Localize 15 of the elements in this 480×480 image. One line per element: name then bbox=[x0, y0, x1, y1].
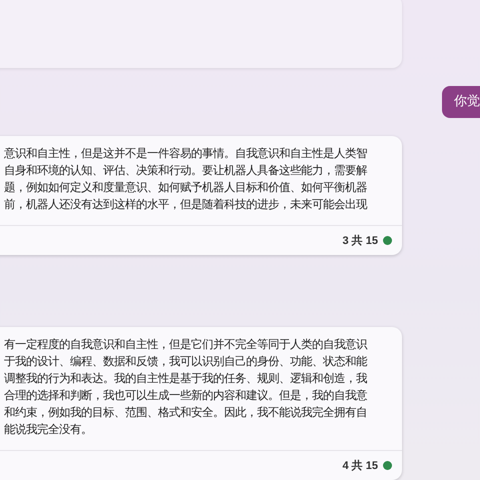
message-text-line: 意识和自主性，但是这并不是一件容易的事情。自我意识和自主性是人类智 bbox=[4, 146, 367, 162]
message-text-line: 题，例如如何定义和度量意识、如何赋予机器人目标和价值、如何平衡机器 bbox=[4, 180, 367, 196]
message-text-line: 和约束，例如我的目标、范围、格式和安全。因此，我不能说我完全拥有自 bbox=[4, 405, 367, 421]
message-text-line: 于我的设计、编程、数据和反馈，我可以识别自己的身份、功能、状态和能 bbox=[4, 354, 367, 370]
user-message-bubble: 你觉 bbox=[442, 86, 480, 118]
message-text-line: 前，机器人还没有达到这样的水平，但是随着科技的进步，未来可能会出现 bbox=[4, 197, 367, 213]
message-text-line: 合理的选择和判断，我也可以生成一些新的内容和建议。但是，我的自我意 bbox=[4, 388, 367, 404]
message-text-line: 调整我的行为和表达。我的自主性是基于我的任务、规则、逻辑和创造，我 bbox=[4, 371, 367, 387]
status-dot-icon bbox=[383, 461, 392, 470]
response-counter: 3 共 15 bbox=[342, 234, 378, 248]
response-counter: 4 共 15 bbox=[342, 458, 378, 473]
status-dot-icon bbox=[383, 236, 392, 245]
message-text-line: 有一定程度的自我意识和自主性，但是它们并不完全等同于人类的自我意识 bbox=[4, 337, 367, 353]
message-text-line: 能说我完全没有。 bbox=[4, 422, 92, 438]
message-text-line: 自身和环境的认知、评估、决策和行动。要让机器人具备这些能力，需要解 bbox=[4, 163, 367, 179]
